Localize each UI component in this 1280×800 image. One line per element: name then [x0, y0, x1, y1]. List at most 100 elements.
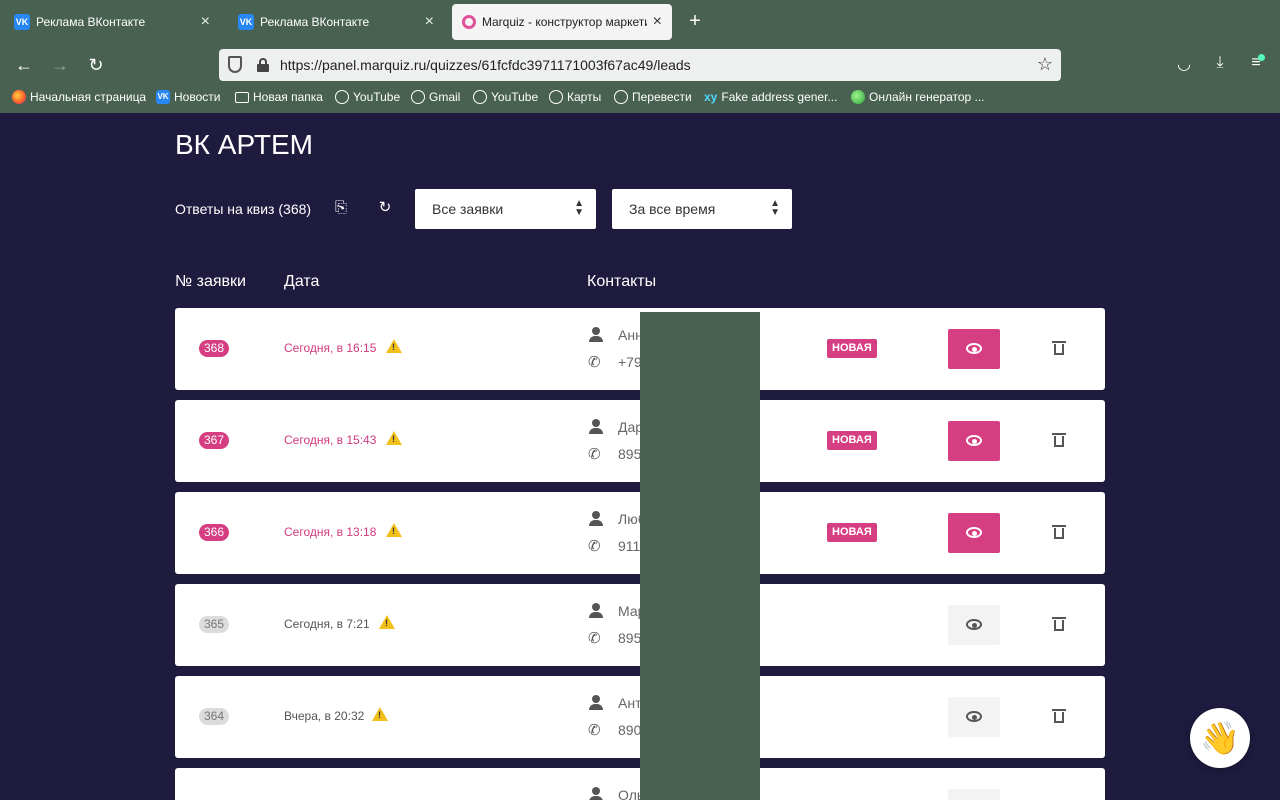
globe-icon	[473, 90, 487, 104]
bookmark-news[interactable]: VK Новости	[156, 90, 220, 104]
back-button[interactable]: ←	[12, 53, 36, 77]
url-text[interactable]: https://panel.marquiz.ru/quizzes/61fcfdc…	[280, 57, 691, 73]
person-icon	[589, 419, 603, 434]
forward-button[interactable]: →	[48, 53, 72, 77]
warning-icon: !	[372, 707, 388, 721]
lead-number-badge: 368	[199, 340, 230, 357]
bookmark-fake-address[interactable]: xy Fake address gener...	[704, 90, 837, 104]
vk-icon: VK	[238, 14, 254, 30]
person-icon	[589, 511, 603, 526]
bookmark-star-icon[interactable]: ☆	[1037, 54, 1053, 75]
bookmark-youtube-1[interactable]: YouTube	[335, 90, 400, 104]
eye-icon	[966, 435, 982, 446]
download-icon[interactable]: ⤓	[1210, 54, 1230, 72]
phone-icon: ✆	[588, 446, 601, 463]
warning-icon: !	[379, 615, 395, 629]
view-lead-button[interactable]	[948, 697, 1000, 737]
lead-number-badge: 365	[199, 616, 230, 633]
eye-icon	[966, 619, 982, 630]
contact-phone: +79	[618, 354, 642, 370]
person-icon	[589, 787, 603, 800]
sort-arrows-icon: ▲ ▼	[574, 198, 584, 218]
contact-phone: 911	[618, 538, 641, 554]
page-content: ВК АРТЕМ Ответы на квиз (368) ⎘ ↻ Все за…	[0, 113, 1280, 800]
bookmark-translate[interactable]: Перевести	[614, 90, 692, 104]
tab-vk-ads-2[interactable]: VK Реклама ВКонтакте ×	[228, 4, 444, 40]
contact-phone: 895	[618, 446, 642, 462]
column-header-number: № заявки	[175, 273, 246, 290]
address-bar[interactable]: https://panel.marquiz.ru/quizzes/61fcfdc…	[219, 49, 1061, 81]
contact-name: Ант	[618, 695, 642, 711]
person-icon	[589, 695, 603, 710]
sort-arrows-icon: ▲ ▼	[770, 198, 780, 218]
phone-icon: ✆	[588, 354, 601, 371]
warning-icon: !	[386, 431, 402, 445]
tab-vk-ads-1[interactable]: VK Реклама ВКонтакте ×	[4, 4, 220, 40]
phone-icon: ✆	[588, 630, 601, 647]
bookmarks-bar: Начальная страница VK Новости Новая папка…	[0, 86, 1280, 113]
vk-icon: VK	[14, 14, 30, 30]
globe-icon	[411, 90, 425, 104]
pocket-icon[interactable]: ◡	[1174, 54, 1194, 74]
tab-title: Реклама ВКонтакте	[36, 15, 146, 29]
refresh-icon[interactable]: ↻	[376, 199, 394, 217]
firefox-icon	[12, 90, 26, 104]
lead-date: Вчера, в 20:32	[284, 709, 365, 723]
phone-icon: ✆	[588, 538, 601, 555]
eye-icon	[966, 343, 982, 354]
contact-phone: 895	[618, 630, 642, 646]
new-status-badge: НОВАЯ	[827, 339, 877, 358]
bookmark-maps[interactable]: Карты	[549, 90, 601, 104]
lead-date: Сегодня, в 7:21	[284, 617, 370, 631]
eye-icon	[966, 527, 982, 538]
tab-title: Marquiz - конструктор маркети	[482, 15, 647, 29]
bookmark-online-generator[interactable]: Онлайн генератор ...	[851, 90, 985, 104]
column-header-date: Дата	[284, 273, 320, 290]
eye-icon	[966, 711, 982, 722]
bookmark-new-folder[interactable]: Новая папка	[235, 90, 323, 104]
waving-hand-icon[interactable]: 👋	[1190, 708, 1250, 768]
new-status-badge: НОВАЯ	[827, 523, 877, 542]
nav-bar: ← → ↻ https://panel.marquiz.ru/quizzes/6…	[0, 44, 1280, 86]
delete-trash-icon[interactable]	[1052, 525, 1066, 539]
globe-icon	[614, 90, 628, 104]
folder-icon	[235, 91, 249, 103]
view-lead-button[interactable]	[948, 329, 1000, 369]
bookmark-start-page[interactable]: Начальная страница	[12, 90, 146, 104]
delete-trash-icon[interactable]	[1052, 433, 1066, 447]
lead-date: Сегодня, в 13:18	[284, 525, 377, 539]
bookmark-youtube-2[interactable]: YouTube	[473, 90, 538, 104]
export-file-icon[interactable]: ⎘	[332, 199, 350, 217]
tab-marquiz[interactable]: Marquiz - конструктор маркети ×	[452, 4, 672, 40]
close-icon[interactable]: ×	[653, 13, 662, 31]
lock-icon[interactable]	[257, 58, 269, 72]
reload-button[interactable]: ↻	[84, 53, 108, 77]
delete-trash-icon[interactable]	[1052, 341, 1066, 355]
green-circle-icon	[851, 90, 865, 104]
shield-icon[interactable]	[228, 56, 242, 73]
answers-count-label: Ответы на квиз (368)	[175, 201, 312, 217]
person-icon	[589, 327, 603, 342]
view-lead-button[interactable]	[948, 513, 1000, 553]
lead-number-badge: 366	[199, 524, 230, 541]
update-dot	[1258, 54, 1265, 61]
person-icon	[589, 603, 603, 618]
delete-trash-icon[interactable]	[1052, 617, 1066, 631]
close-icon[interactable]: ×	[201, 13, 210, 31]
period-filter-select[interactable]: За все время ▲ ▼	[612, 189, 792, 229]
view-lead-button[interactable]	[948, 789, 1000, 800]
bookmark-gmail[interactable]: Gmail	[411, 90, 460, 104]
lead-date: Сегодня, в 15:43	[284, 433, 377, 447]
vk-icon: VK	[156, 90, 170, 104]
close-icon[interactable]: ×	[425, 13, 434, 31]
status-filter-select[interactable]: Все заявки ▲ ▼	[415, 189, 596, 229]
view-lead-button[interactable]	[948, 421, 1000, 461]
view-lead-button[interactable]	[948, 605, 1000, 645]
warning-icon: !	[386, 523, 402, 537]
contact-phone: 890	[618, 722, 642, 738]
delete-trash-icon[interactable]	[1052, 709, 1066, 723]
tab-bar: VK Реклама ВКонтакте × VK Реклама ВКонта…	[0, 0, 1280, 44]
new-tab-button[interactable]: +	[684, 10, 706, 32]
lead-date: Сегодня, в 16:15	[284, 341, 377, 355]
page-title: ВК АРТЕМ	[175, 129, 313, 160]
